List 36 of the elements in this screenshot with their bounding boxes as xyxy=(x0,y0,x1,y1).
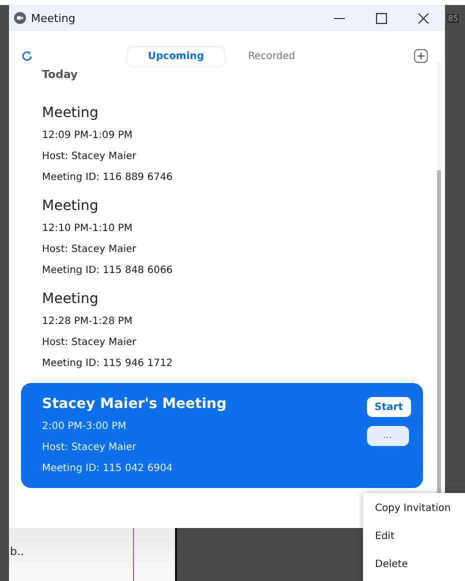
add-icon[interactable] xyxy=(414,49,428,63)
meeting-id: Meeting ID: 115 946 1712 xyxy=(42,357,174,371)
meeting-title: Meeting xyxy=(42,197,100,215)
meeting-host: Host: Stacey Maier xyxy=(42,150,138,164)
meeting-id: Meeting ID: 115 042 6904 xyxy=(42,462,174,476)
meeting-item[interactable]: Meeting 12:28 PM-1:28 PM Host: Stacey Maier Meeting ID: 115 946 1712 xyxy=(9,290,423,371)
menu-item[interactable]: Delete xyxy=(363,554,465,581)
camera-icon xyxy=(14,12,26,24)
maximize-icon[interactable] xyxy=(376,12,387,24)
window-title: Meeting xyxy=(31,12,76,24)
more-button[interactable]: ... xyxy=(366,426,409,446)
meeting-host: Host: Stacey Maier xyxy=(42,243,138,257)
meeting-item[interactable]: Meeting 12:09 PM-1:09 PM Host: Stacey Maier Meeting ID: 116 889 6746 xyxy=(9,104,423,185)
start-button[interactable]: Start xyxy=(366,397,411,417)
meeting-time: 12:28 PM-1:28 PM xyxy=(42,315,134,329)
meeting-title: Meeting xyxy=(42,104,100,122)
meeting-id: Meeting ID: 116 889 6746 xyxy=(42,171,174,185)
meeting-time: 12:10 PM-1:10 PM xyxy=(42,222,134,236)
meeting-host: Host: Stacey Maier xyxy=(42,441,138,455)
close-icon[interactable] xyxy=(418,12,429,24)
tab[interactable]: Upcoming xyxy=(128,46,224,66)
section-heading: Today xyxy=(42,68,79,81)
menu-item[interactable]: Copy Invitation xyxy=(363,498,465,526)
meeting-time: 12:09 PM-1:09 PM xyxy=(42,129,134,143)
refresh-icon[interactable] xyxy=(21,50,33,62)
menu-item[interactable]: Edit xyxy=(363,526,465,554)
tab[interactable]: Recorded xyxy=(228,46,316,66)
meeting-host: Host: Stacey Maier xyxy=(42,336,138,350)
meeting-title: Stacey Maier's Meeting xyxy=(42,395,228,413)
background-text: 85 xyxy=(447,14,460,23)
meeting-time: 2:00 PM-3:00 PM xyxy=(42,420,128,434)
meeting-title: Meeting xyxy=(42,290,100,308)
background-text: b.. xyxy=(10,545,24,558)
meeting-id: Meeting ID: 115 848 6066 xyxy=(42,264,174,278)
meeting-item[interactable]: Meeting 12:10 PM-1:10 PM Host: Stacey Maier Meeting ID: 115 848 6066 xyxy=(9,197,423,278)
meeting-card[interactable]: Stacey Maier's Meeting 2:00 PM-3:00 PM Host: Stacey Maier Meeting ID: 115 042 6904 Start ... xyxy=(21,383,423,488)
